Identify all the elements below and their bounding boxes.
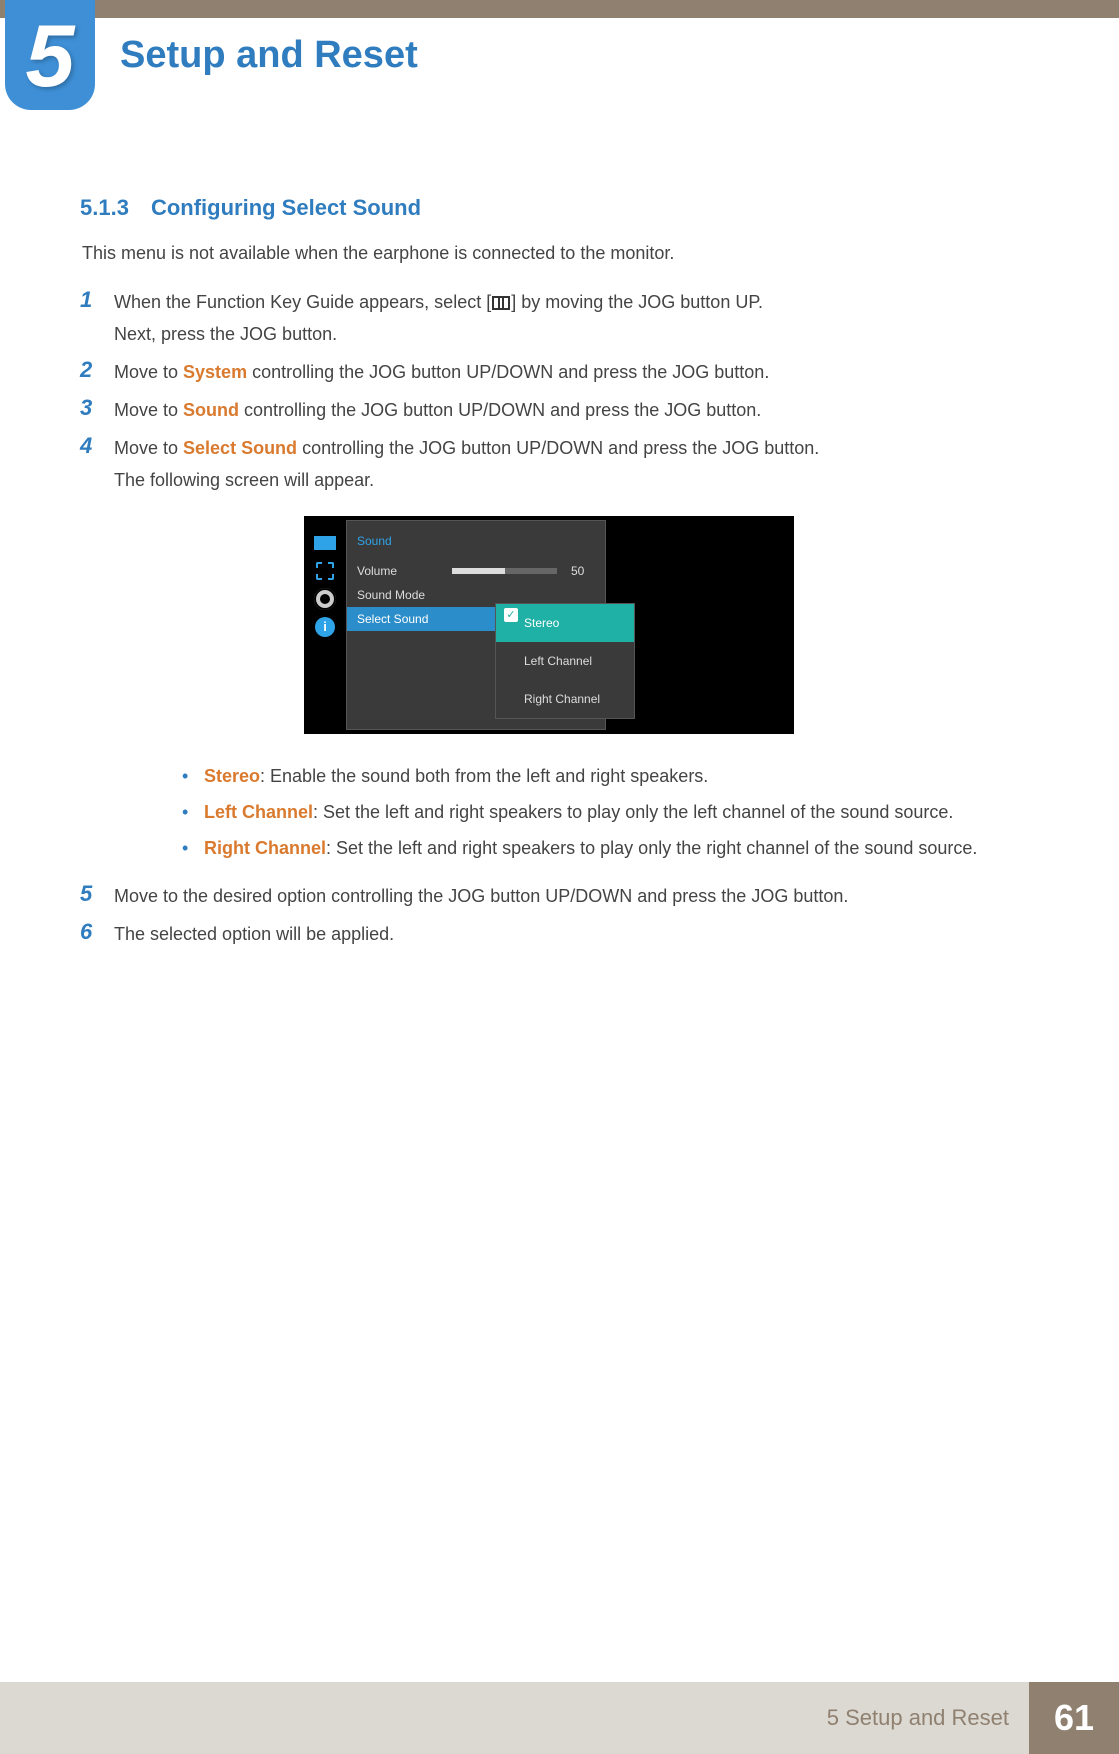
osd-row-volume: Volume 50: [347, 559, 605, 583]
osd-sidebar: i: [304, 516, 346, 734]
step-number: 5: [80, 882, 114, 910]
chapter-tab: 5: [5, 0, 95, 110]
page-content: 5.1.3 Configuring Select Sound This menu …: [80, 195, 1040, 958]
chapter-title: Setup and Reset: [120, 34, 418, 77]
osd-panel: Sound Volume 50 Sound Mode Select Sound: [346, 520, 606, 730]
section-title: Configuring Select Sound: [151, 195, 421, 220]
target-icon: [314, 562, 336, 580]
text: Next, press the JOG button.: [114, 320, 763, 348]
step-5: 5 Move to the desired option controlling…: [80, 882, 1040, 910]
step-number: 1: [80, 288, 114, 348]
highlight: Select Sound: [183, 438, 297, 458]
steps-list: 1 When the Function Key Guide appears, s…: [80, 288, 1040, 948]
text: controlling the JOG button UP/DOWN and p…: [239, 400, 761, 420]
step-number: 3: [80, 396, 114, 424]
page-number: 61: [1054, 1697, 1094, 1739]
step-4: 4 Move to Select Sound controlling the J…: [80, 434, 1040, 872]
highlight: Sound: [183, 400, 239, 420]
osd-figure: i Sound Volume 50 Sound Mode S: [304, 516, 794, 734]
text: : Set the left and right speakers to pla…: [326, 838, 977, 858]
highlight: Left Channel: [204, 802, 313, 822]
text: The following screen will appear.: [114, 466, 977, 494]
text: controlling the JOG button UP/DOWN and p…: [247, 362, 769, 382]
gear-icon: [314, 590, 336, 608]
text: Move to: [114, 438, 183, 458]
volume-bar: [452, 568, 557, 574]
step-body: When the Function Key Guide appears, sel…: [114, 288, 763, 348]
submenu-stereo: Stereo: [496, 604, 634, 642]
step-body: Move to System controlling the JOG butto…: [114, 358, 769, 386]
submenu-right: Right Channel: [496, 680, 634, 718]
osd-menu-title: Sound: [347, 521, 605, 559]
step-number: 2: [80, 358, 114, 386]
step-number: 6: [80, 920, 114, 948]
chapter-number: 5: [26, 5, 75, 107]
step-number: 4: [80, 434, 114, 872]
menu-icon: [492, 296, 510, 310]
volume-value: 50: [571, 557, 584, 585]
section-heading: 5.1.3 Configuring Select Sound: [80, 195, 1040, 221]
step-1: 1 When the Function Key Guide appears, s…: [80, 288, 1040, 348]
option-right-channel: Right Channel: Set the left and right sp…: [174, 834, 977, 862]
label: Select Sound: [357, 605, 452, 633]
step-body: Move to Sound controlling the JOG button…: [114, 396, 761, 424]
text: : Set the left and right speakers to pla…: [313, 802, 953, 822]
text: ] by moving the JOG button UP.: [511, 292, 763, 312]
footer-right: 61: [1029, 1682, 1119, 1754]
text: When the Function Key Guide appears, sel…: [114, 292, 491, 312]
text: controlling the JOG button UP/DOWN and p…: [297, 438, 819, 458]
step-body: Move to the desired option controlling t…: [114, 882, 848, 910]
footer-section-label: 5 Setup and Reset: [827, 1705, 1009, 1731]
option-left-channel: Left Channel: Set the left and right spe…: [174, 798, 977, 826]
step-body: Move to Select Sound controlling the JOG…: [114, 434, 977, 872]
option-stereo: Stereo: Enable the sound both from the l…: [174, 762, 977, 790]
monitor-icon: [314, 534, 336, 552]
submenu-left: Left Channel: [496, 642, 634, 680]
text: Move to: [114, 400, 183, 420]
step-body: The selected option will be applied.: [114, 920, 394, 948]
info-icon: i: [314, 618, 336, 636]
page-footer: 5 Setup and Reset 61: [0, 1682, 1119, 1754]
step-2: 2 Move to System controlling the JOG but…: [80, 358, 1040, 386]
text: : Enable the sound both from the left an…: [260, 766, 708, 786]
step-3: 3 Move to Sound controlling the JOG butt…: [80, 396, 1040, 424]
step-6: 6 The selected option will be applied.: [80, 920, 1040, 948]
highlight: Right Channel: [204, 838, 326, 858]
top-border-bar: [0, 0, 1119, 18]
footer-left: 5 Setup and Reset: [0, 1682, 1029, 1754]
highlight: Stereo: [204, 766, 260, 786]
text: Move to: [114, 362, 183, 382]
option-list: Stereo: Enable the sound both from the l…: [174, 762, 977, 862]
section-number: 5.1.3: [80, 195, 129, 220]
osd-submenu: Stereo Left Channel Right Channel: [495, 603, 635, 719]
intro-text: This menu is not available when the earp…: [82, 243, 1040, 264]
highlight: System: [183, 362, 247, 382]
